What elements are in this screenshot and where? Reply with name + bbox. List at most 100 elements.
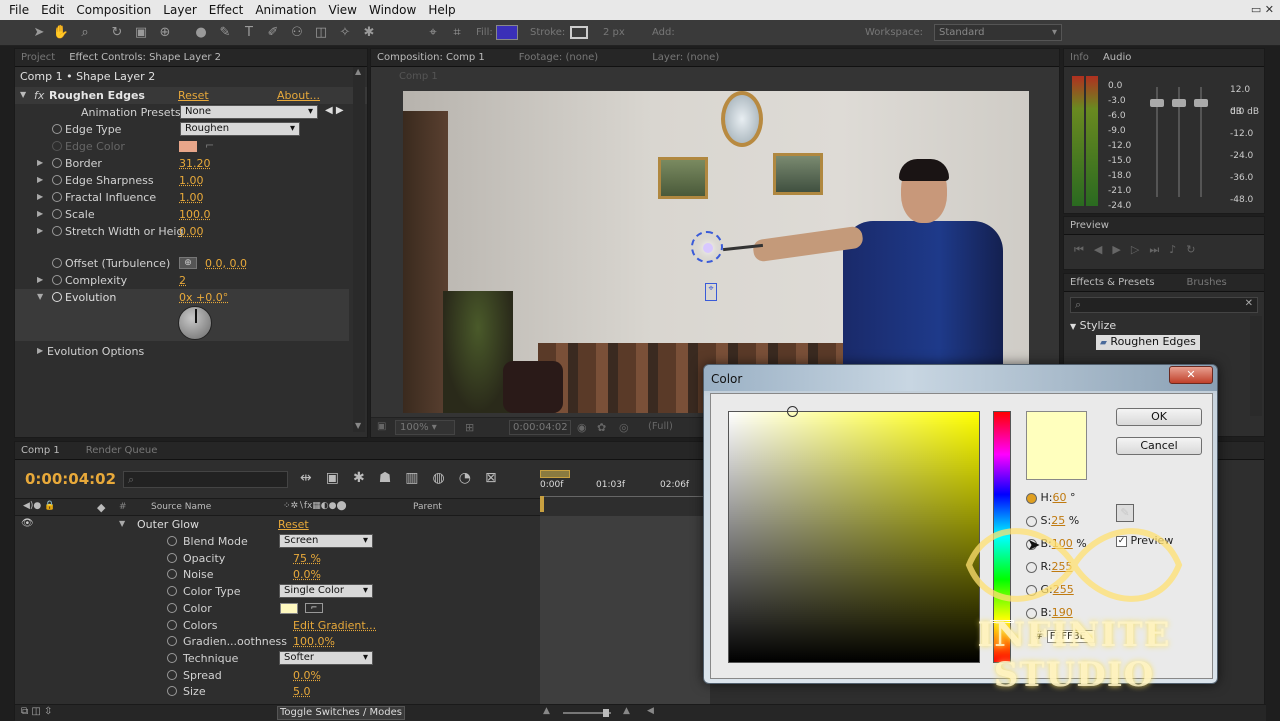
audio-slider-left[interactable] bbox=[1150, 99, 1164, 107]
puppet-pin-icon[interactable]: ✱ bbox=[360, 24, 378, 42]
menu-animation[interactable]: Animation bbox=[255, 3, 316, 17]
tab-preview[interactable]: Preview bbox=[1070, 220, 1109, 231]
toggle-switches-button[interactable]: Toggle Switches / Modes bbox=[277, 706, 405, 720]
stopwatch-icon[interactable] bbox=[167, 652, 177, 663]
pan-behind-tool-icon[interactable]: ⊕ bbox=[156, 24, 174, 42]
frame-blend-icon[interactable]: ▥ bbox=[405, 470, 432, 486]
tab-info[interactable]: Info bbox=[1070, 52, 1089, 63]
draft3d-icon[interactable]: ✱ bbox=[353, 470, 379, 486]
pen-tool-icon[interactable]: ✎ bbox=[216, 24, 234, 42]
stopwatch-icon[interactable] bbox=[167, 686, 177, 697]
fill-swatch[interactable] bbox=[496, 25, 518, 40]
effects-scrollbar[interactable] bbox=[1250, 316, 1262, 416]
tab-footage[interactable]: Footage: (none) bbox=[519, 52, 598, 63]
property-dropdown[interactable]: Single Color bbox=[279, 584, 373, 599]
anchor-point-icon[interactable]: ⌖ bbox=[705, 283, 717, 301]
current-time-display[interactable]: 0:00:04:02 bbox=[509, 420, 571, 435]
menu-file[interactable]: File bbox=[9, 3, 29, 17]
zoom-out-icon[interactable]: ▲ bbox=[543, 706, 550, 716]
property-value[interactable]: 5.0 bbox=[293, 685, 311, 698]
effect-prop-value[interactable]: 1.00 bbox=[179, 174, 204, 187]
stopwatch-icon[interactable] bbox=[52, 226, 62, 236]
eraser-tool-icon[interactable]: ◫ bbox=[312, 24, 330, 42]
stopwatch-icon[interactable] bbox=[52, 258, 62, 268]
complexity-value[interactable]: 2 bbox=[179, 274, 186, 287]
crosshair-icon[interactable]: ⊕ bbox=[179, 257, 197, 269]
twirl-right-icon[interactable]: ▶ bbox=[37, 175, 43, 184]
grid-icon[interactable]: ▣ bbox=[377, 421, 386, 432]
about-link[interactable]: About... bbox=[277, 89, 320, 102]
shape-layer-outline[interactable] bbox=[691, 231, 723, 263]
stopwatch-icon[interactable] bbox=[52, 175, 62, 185]
footer-icons[interactable]: ⧉ ◫ ⇳ bbox=[21, 706, 52, 717]
zoom-slider-thumb[interactable] bbox=[603, 709, 609, 717]
menu-view[interactable]: View bbox=[329, 3, 357, 17]
stopwatch-icon[interactable] bbox=[52, 209, 62, 219]
effect-prop-value[interactable]: 31.20 bbox=[179, 157, 211, 170]
tab-render-queue[interactable]: Render Queue bbox=[86, 445, 158, 456]
color-picker-cursor[interactable] bbox=[787, 406, 798, 417]
stopwatch-icon[interactable] bbox=[167, 636, 177, 647]
stopwatch-icon[interactable] bbox=[167, 586, 177, 597]
timeline-search-input[interactable]: ⌕ bbox=[123, 471, 288, 488]
brush-tool-icon[interactable]: ✐ bbox=[264, 24, 282, 42]
twirl-right-icon[interactable]: ▶ bbox=[37, 192, 43, 201]
effect-prop-value[interactable]: 100.0 bbox=[179, 208, 211, 221]
motion-blur-icon[interactable]: ◍ bbox=[433, 470, 459, 486]
stopwatch-icon[interactable] bbox=[167, 619, 177, 630]
snapshot-icon[interactable]: ◉ bbox=[577, 421, 587, 434]
scroll-left-icon[interactable]: ◀ bbox=[647, 706, 654, 716]
twirl-right-icon[interactable]: ▶ bbox=[37, 275, 43, 284]
tab-layer[interactable]: Layer: (none) bbox=[652, 52, 719, 63]
rotate-tool-icon[interactable]: ↻ bbox=[108, 24, 126, 42]
property-value[interactable]: 75 % bbox=[293, 552, 321, 565]
cancel-button[interactable]: Cancel bbox=[1116, 437, 1202, 455]
presets-dropdown[interactable]: None bbox=[180, 105, 318, 119]
saturation-brightness-field[interactable] bbox=[728, 406, 980, 663]
stopwatch-icon[interactable] bbox=[167, 602, 177, 613]
last-frame-icon[interactable]: ⏭ bbox=[1149, 243, 1169, 256]
stopwatch-icon[interactable] bbox=[52, 124, 62, 134]
h-radio[interactable] bbox=[1026, 492, 1037, 504]
close-icon[interactable]: ✕ bbox=[1265, 3, 1274, 16]
menu-effect[interactable]: Effect bbox=[209, 3, 244, 17]
reset-link[interactable]: Reset bbox=[278, 518, 309, 531]
first-frame-icon[interactable]: ⏮ bbox=[1074, 243, 1094, 256]
twirl-right-icon[interactable]: ▶ bbox=[37, 209, 43, 218]
property-value[interactable]: 100.0% bbox=[293, 635, 335, 648]
h-value[interactable]: 60 bbox=[1052, 491, 1066, 504]
evolution-dial[interactable] bbox=[178, 306, 212, 340]
audio-slider-right[interactable] bbox=[1194, 99, 1208, 107]
eye-icon[interactable]: 👁 bbox=[21, 518, 34, 529]
brainstorm-icon[interactable]: ⊠ bbox=[485, 470, 511, 486]
menu-edit[interactable]: Edit bbox=[41, 3, 64, 17]
audio-slider-center[interactable] bbox=[1172, 99, 1186, 107]
property-value[interactable]: 0.0% bbox=[293, 669, 321, 682]
selection-tool-icon[interactable]: ➤ bbox=[30, 24, 48, 42]
dialog-close-button[interactable]: ✕ bbox=[1169, 366, 1213, 384]
stopwatch-icon[interactable] bbox=[167, 669, 177, 680]
parent-column[interactable]: Parent bbox=[413, 502, 442, 512]
ok-button[interactable]: OK bbox=[1116, 408, 1202, 426]
menu-layer[interactable]: Layer bbox=[163, 3, 196, 17]
prev-frame-icon[interactable]: ◀ bbox=[1094, 243, 1112, 256]
preset-arrows-icon[interactable]: ◀ ▶ bbox=[325, 105, 344, 116]
shape-tool-icon[interactable]: ● bbox=[192, 24, 210, 42]
stopwatch-icon[interactable] bbox=[52, 158, 62, 168]
timeline-track-area[interactable] bbox=[540, 496, 710, 706]
time-ruler[interactable]: 0:00f 01:03f 02:06f bbox=[540, 468, 710, 508]
property-value[interactable]: 0.0% bbox=[293, 568, 321, 581]
audio-icon[interactable]: ♪ bbox=[1169, 243, 1186, 256]
clear-icon[interactable]: ✕ bbox=[1245, 298, 1253, 309]
live-update-icon[interactable]: ▣ bbox=[326, 470, 353, 486]
effect-prop-value[interactable]: 0.00 bbox=[179, 225, 204, 238]
property-value[interactable]: Edit Gradient... bbox=[293, 619, 376, 632]
channel-icon[interactable]: ◎ bbox=[619, 421, 629, 434]
hand-tool-icon[interactable]: ✋ bbox=[52, 24, 70, 42]
effects-search-input[interactable]: ⌕ ✕ bbox=[1070, 297, 1258, 313]
tab-brushes[interactable]: Brushes bbox=[1187, 277, 1227, 288]
fx-icon[interactable]: fx bbox=[34, 89, 44, 102]
axis-world-icon[interactable]: ⌗ bbox=[448, 24, 466, 42]
twirl-right-icon[interactable]: ▶ bbox=[37, 346, 43, 355]
effect-prop-value[interactable]: 1.00 bbox=[179, 191, 204, 204]
